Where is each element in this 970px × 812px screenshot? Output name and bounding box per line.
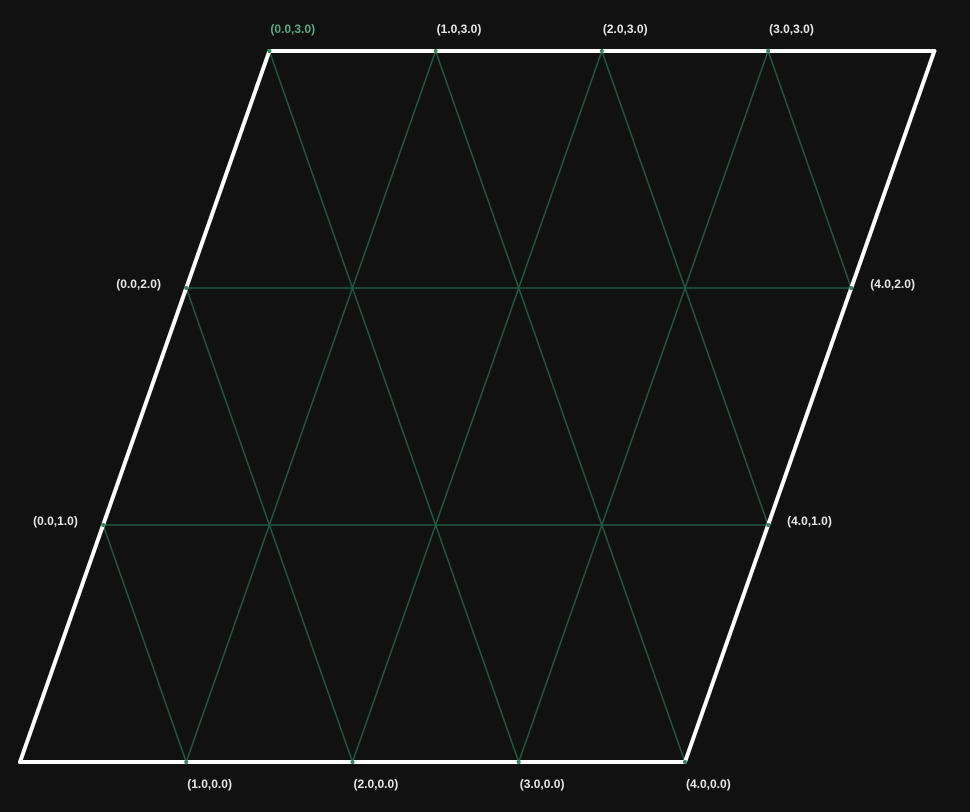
vertex-dot <box>766 523 771 527</box>
point-label: (4.0,0.0) <box>686 777 731 791</box>
point-label: (2.0,3.0) <box>603 22 648 36</box>
point-label: (0.0,1.0) <box>33 514 78 528</box>
vertex-dot <box>350 760 355 764</box>
point-label: (3.0,3.0) <box>769 22 814 36</box>
vertex-dot <box>516 760 521 764</box>
point-label: (1.0,3.0) <box>437 22 482 36</box>
point-label: (1.0,0.0) <box>187 777 232 791</box>
vertex-dot <box>267 49 272 53</box>
vertex-dot <box>849 286 854 290</box>
triangular-lattice-diagram: (1.0,0.0) (2.0,0.0) (3.0,0.0) (4.0,0.0) (0.0… <box>0 0 970 812</box>
vertex-dot <box>683 760 687 764</box>
point-label: (4.0,1.0) <box>787 514 832 528</box>
point-label: (4.0,2.0) <box>870 277 915 291</box>
point-label: (0.0,3.0) <box>270 22 315 36</box>
vertex-dot <box>184 760 189 764</box>
point-label: (0.0,2.0) <box>116 277 161 291</box>
point-label: (3.0,0.0) <box>520 777 565 791</box>
point-label: (2.0,0.0) <box>354 777 399 791</box>
vertex-dot <box>599 49 604 53</box>
vertex-dot <box>184 286 189 290</box>
vertex-dot <box>766 49 771 53</box>
vertex-dot <box>101 523 106 527</box>
vertex-dot <box>433 49 438 53</box>
